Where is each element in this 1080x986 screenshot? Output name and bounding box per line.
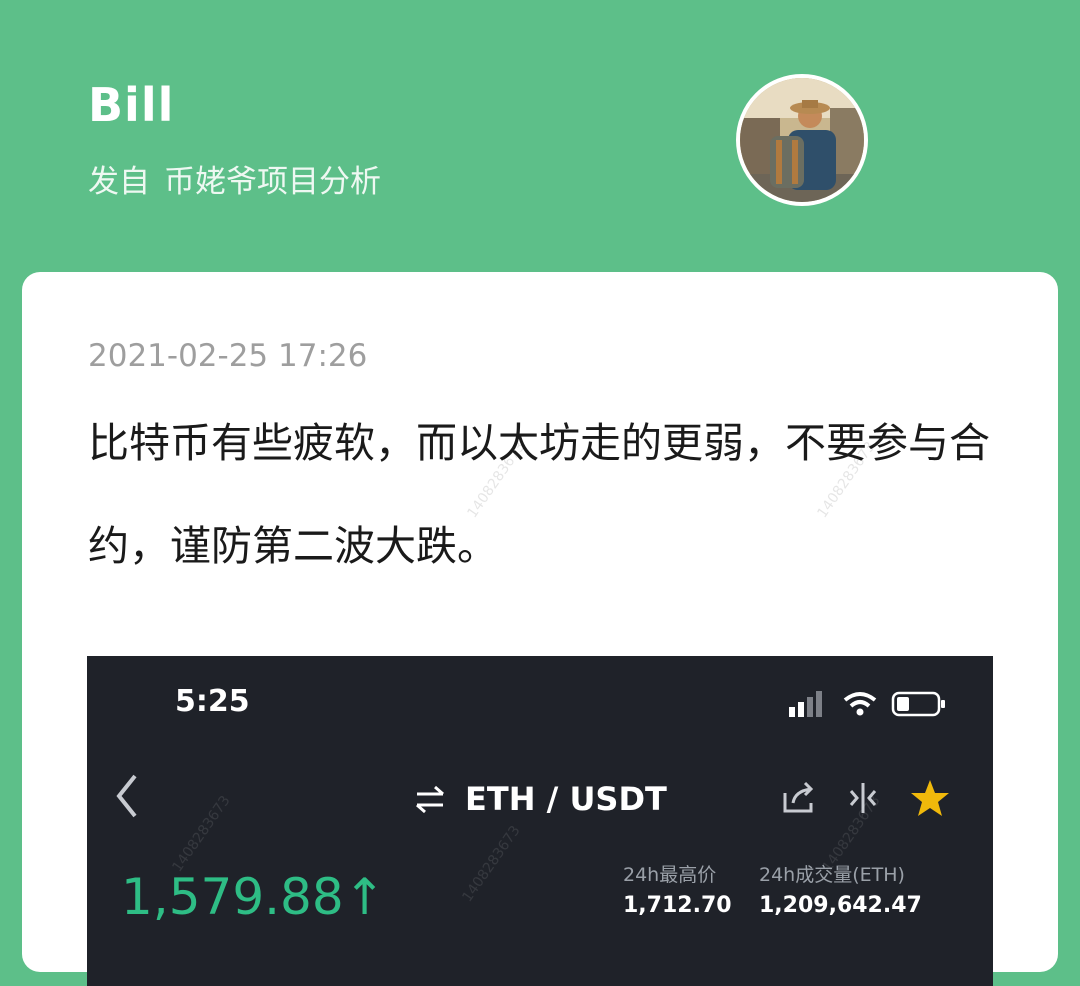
watermark: 1408283673 <box>459 822 524 906</box>
high-value: 1,712.70 <box>623 893 732 918</box>
post-text: 比特币有些疲软，而以太坊走的更弱，不要参与合约，谨防第二波大跌。 <box>88 419 990 570</box>
pair-selector[interactable]: ETH / USDT <box>413 780 667 818</box>
volume-value: 1,209,642.47 <box>759 893 922 918</box>
author-name[interactable]: Bill <box>88 78 174 132</box>
back-icon[interactable] <box>115 774 139 818</box>
signal-icon <box>789 691 822 717</box>
price-value: 1,579.88 <box>121 868 344 926</box>
pair-label: ETH / USDT <box>465 780 667 818</box>
avatar-photo-icon <box>740 78 864 202</box>
stat-24h-high: 24h最高价 1,712.70 <box>623 860 732 918</box>
source-line: 发自 币姥爷项目分析 <box>88 156 395 201</box>
price-up-arrow: ↑ <box>343 868 386 926</box>
post-timestamp: 2021-02-25 17:26 <box>88 338 368 374</box>
battery-icon <box>891 691 945 717</box>
last-price: 1,579.88↑ <box>121 868 386 926</box>
profile-header: Bill 发自 币姥爷项目分析 <box>0 0 1080 270</box>
attached-screenshot[interactable]: 5:25 ETH / USDT 1,579.88↑ 24h最高价 1,712.7… <box>87 656 993 986</box>
source-prefix: 发自 <box>88 164 150 200</box>
watermark: 1408283673 <box>169 792 234 876</box>
status-time: 5:25 <box>175 684 250 719</box>
source-name[interactable]: 币姥爷项目分析 <box>164 164 381 200</box>
post-card: 2021-02-25 17:26 比特币有些疲软，而以太坊走的更弱，不要参与合约… <box>22 272 1058 986</box>
wifi-icon <box>843 692 877 716</box>
star-icon[interactable] <box>909 778 951 818</box>
high-label: 24h最高价 <box>623 864 717 886</box>
swap-icon <box>416 785 444 814</box>
stat-24h-volume: 24h成交量(ETH) 1,209,642.47 <box>759 860 922 918</box>
status-icons <box>789 690 947 718</box>
share-icon[interactable] <box>781 781 817 815</box>
avatar[interactable] <box>736 74 868 206</box>
